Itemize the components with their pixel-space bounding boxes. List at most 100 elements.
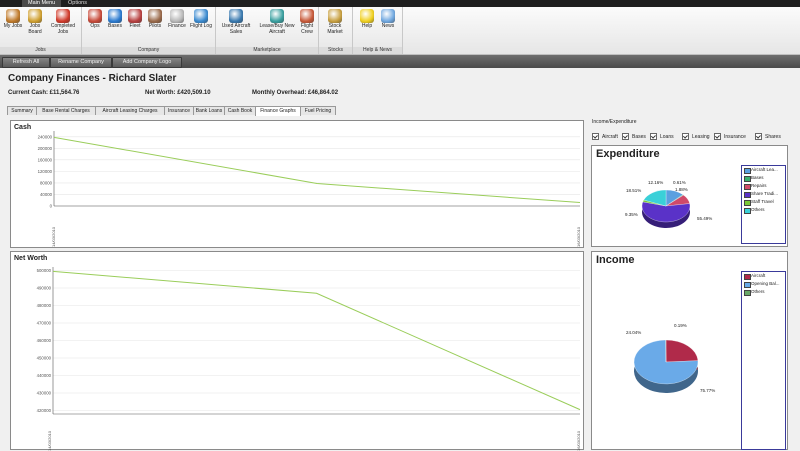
cash-y-tick: 120000 xyxy=(38,169,53,174)
pilots-label: Pilots xyxy=(149,23,161,29)
expenditure-data-label: 55.49% xyxy=(697,216,712,221)
flight-crew-button[interactable]: Flight Crew xyxy=(296,8,318,35)
tab-insurance[interactable]: Insurance xyxy=(164,106,194,115)
group-label-company: Company xyxy=(82,47,215,54)
checkbox-box[interactable] xyxy=(755,133,762,140)
completed-jobs-label: Completed Jobs xyxy=(51,23,75,35)
fleet-label: Fleet xyxy=(129,23,140,29)
jobs-board-button[interactable]: Jobs Board xyxy=(24,8,46,35)
checkbox-leasing[interactable]: Leasing xyxy=(682,133,710,140)
lease-buy-button[interactable]: Lease/Buy New Aircraft xyxy=(258,8,296,35)
monthly-overhead: Monthly Overhead: £46,864.02 xyxy=(252,90,338,96)
news-button[interactable]: News xyxy=(377,8,399,30)
help-label: Help xyxy=(362,23,372,29)
expenditure-legend-item: Others xyxy=(742,206,785,214)
stock-market-button[interactable]: Stock Market xyxy=(324,8,346,35)
stock-market-icon xyxy=(328,9,342,23)
tab-fuel-pricing[interactable]: Fuel Pricing xyxy=(300,106,336,115)
ribbon: My Jobs Jobs Board Completed Jobs Jobs O… xyxy=(0,7,800,55)
cash-x-end-label: 16/03/2010 xyxy=(576,226,581,247)
checkbox-bases[interactable]: Bases xyxy=(622,133,646,140)
income-legend-label: Others xyxy=(751,289,765,294)
ops-person-icon xyxy=(88,9,102,23)
expenditure-legend-label: Bases xyxy=(751,175,764,180)
checkbox-aircraft[interactable]: Aircraft xyxy=(592,133,618,140)
lease-buy-icon xyxy=(270,9,284,23)
expenditure-legend-label: Share Tradi... xyxy=(751,191,778,196)
checkbox-box[interactable] xyxy=(682,133,689,140)
networth-x-start-label: 14/03/2010 xyxy=(47,430,52,451)
my-jobs-button[interactable]: My Jobs xyxy=(2,8,24,30)
ribbon-group-stocks: Stock Market Stocks xyxy=(319,7,353,54)
expenditure-legend: Aircraft Lea...BasesRepairsShare Tradi..… xyxy=(741,165,786,244)
checkbox-label: Leasing xyxy=(692,134,710,140)
tab-main-menu[interactable]: Main Menu xyxy=(22,0,61,7)
tab-summary[interactable]: Summary xyxy=(7,106,37,115)
checkbox-insurance[interactable]: Insurance xyxy=(714,133,746,140)
jobs-board-label: Jobs Board xyxy=(28,23,41,35)
income-pie: 24.04%0.19%75.77% xyxy=(592,252,742,449)
flight-log-button[interactable]: Flight Log xyxy=(190,8,212,30)
flight-log-label: Flight Log xyxy=(190,23,212,29)
networth-y-tick: 430000 xyxy=(37,391,52,396)
income-slice xyxy=(666,340,698,362)
rename-company-button[interactable]: Rename Company xyxy=(50,57,112,68)
checkbox-box[interactable] xyxy=(622,133,629,140)
income-legend-item: Aircraft xyxy=(742,272,785,280)
tab-base-rental-charges[interactable]: Base Rental Charges xyxy=(36,106,96,115)
used-aircraft-label: Used Aircraft Sales xyxy=(222,23,251,35)
finance-button[interactable]: Finance xyxy=(166,8,188,30)
add-company-logo-button[interactable]: Add Company Logo xyxy=(112,57,182,68)
ribbon-group-jobs: My Jobs Jobs Board Completed Jobs Jobs xyxy=(0,7,82,54)
networth-y-tick: 420000 xyxy=(37,408,52,413)
checkbox-shares[interactable]: Shares xyxy=(755,133,781,140)
ops-button[interactable]: Ops xyxy=(84,8,106,30)
fleet-button[interactable]: Fleet xyxy=(124,8,146,30)
checkbox-box[interactable] xyxy=(714,133,721,140)
checkbox-box[interactable] xyxy=(650,133,657,140)
networth-y-tick: 460000 xyxy=(37,338,52,343)
cash-series-line xyxy=(54,137,580,202)
networth-chart: 5000004900004800004700004600004500004400… xyxy=(11,252,583,451)
tab-cash-book[interactable]: Cash Book xyxy=(224,106,256,115)
income-legend-item: Opening Bal... xyxy=(742,280,785,288)
lightbulb-icon xyxy=(360,9,374,23)
bases-button[interactable]: Bases xyxy=(104,8,126,30)
cash-y-tick: 0 xyxy=(50,204,53,209)
flight-crew-icon xyxy=(300,9,314,23)
pilots-button[interactable]: Pilots xyxy=(144,8,166,30)
news-icon xyxy=(381,9,395,23)
globe-icon xyxy=(108,9,122,23)
net-worth: Net Worth: £420,509.10 xyxy=(145,90,211,96)
tab-bank-loans[interactable]: Bank Loans xyxy=(193,106,225,115)
income-legend-label: Aircraft xyxy=(751,273,765,278)
page-title: Company Finances - Richard Slater xyxy=(8,73,176,84)
tab-options[interactable]: Options xyxy=(62,0,93,7)
checkbox-label: Shares xyxy=(765,134,781,140)
refresh-all-button[interactable]: Refresh All xyxy=(2,57,50,68)
networth-y-tick: 470000 xyxy=(37,321,52,326)
ribbon-group-help-news: Help News Help & News xyxy=(353,7,403,54)
expenditure-legend-label: Others xyxy=(751,207,765,212)
used-aircraft-sales-button[interactable]: Used Aircraft Sales xyxy=(219,8,253,35)
expenditure-data-label: 1.88% xyxy=(675,187,688,192)
airplane-icon xyxy=(128,9,142,23)
finance-label: Finance xyxy=(168,23,186,29)
networth-x-end-label: 16/03/2010 xyxy=(576,430,581,451)
cash-y-tick: 40000 xyxy=(40,192,53,197)
cash-y-tick: 160000 xyxy=(38,157,53,162)
ops-label: Ops xyxy=(90,23,99,29)
completed-jobs-button[interactable]: Completed Jobs xyxy=(48,8,78,35)
tab-finance-graphs[interactable]: Finance Graphs xyxy=(255,106,301,116)
briefcase-icon xyxy=(6,9,20,23)
expenditure-data-label: 0.61% xyxy=(673,180,686,185)
company-toolbar: Refresh All Rename Company Add Company L… xyxy=(0,55,800,68)
cash-chart: 24000020000016000012000080000400000 14/0… xyxy=(11,121,583,247)
help-button[interactable]: Help xyxy=(356,8,378,30)
jobs-board-icon xyxy=(28,9,42,23)
checkmark-icon xyxy=(56,9,70,23)
tab-aircraft-leasing-charges[interactable]: Aircraft Leasing Charges xyxy=(95,106,165,115)
finance-icon xyxy=(170,9,184,23)
checkbox-box[interactable] xyxy=(592,133,599,140)
checkbox-loans[interactable]: Loans xyxy=(650,133,674,140)
